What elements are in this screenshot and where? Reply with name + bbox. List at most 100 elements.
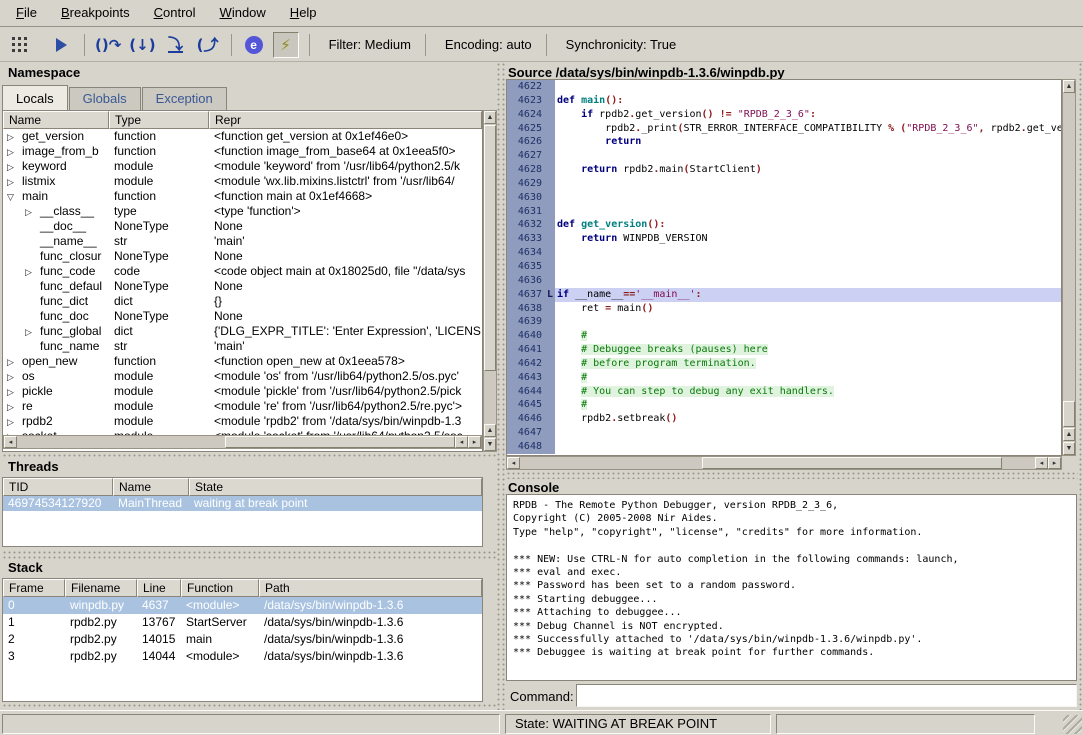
- namespace-row[interactable]: ▷func_codecode<code object main at 0x180…: [3, 264, 482, 279]
- source-line[interactable]: 4639: [507, 315, 1061, 329]
- break-button[interactable]: [8, 32, 34, 58]
- goto-button[interactable]: (⤴: [195, 32, 221, 58]
- expand-arrow-icon[interactable]: ▷: [7, 415, 22, 429]
- namespace-row[interactable]: func_namestr'main': [3, 339, 482, 354]
- source-line[interactable]: 4631: [507, 205, 1061, 219]
- source-line[interactable]: 4622: [507, 80, 1061, 94]
- source-line[interactable]: 4647: [507, 426, 1061, 440]
- namespace-row[interactable]: __name__str'main': [3, 234, 482, 249]
- source-line[interactable]: 4625 rpdb2._print(STR_ERROR_INTERFACE_CO…: [507, 122, 1061, 136]
- encoding-toggle-button[interactable]: e: [241, 32, 267, 58]
- resize-grip-icon[interactable]: [1063, 715, 1082, 734]
- line-number[interactable]: 4630: [507, 191, 547, 205]
- line-number[interactable]: 4635: [507, 260, 547, 274]
- source-line[interactable]: 4642 # before program termination.: [507, 357, 1061, 371]
- command-input[interactable]: [576, 684, 1077, 707]
- scroll-up-button[interactable]: ▲: [1063, 428, 1075, 441]
- source-line[interactable]: 4643 #: [507, 371, 1061, 385]
- scrollbar-thumb[interactable]: [225, 436, 455, 448]
- line-number[interactable]: 4629: [507, 177, 547, 191]
- namespace-row[interactable]: ▷osmodule<module 'os' from '/usr/lib64/p…: [3, 369, 482, 384]
- namespace-row[interactable]: ▷picklemodule<module 'pickle' from '/usr…: [3, 384, 482, 399]
- scroll-left-button[interactable]: ◂: [4, 436, 17, 448]
- line-number[interactable]: 4633: [507, 232, 547, 246]
- line-number[interactable]: 4634: [507, 246, 547, 260]
- expand-arrow-icon[interactable]: ▷: [7, 370, 22, 384]
- source-line[interactable]: 4636: [507, 274, 1061, 288]
- menu-item-breakpoints[interactable]: Breakpoints: [49, 0, 142, 26]
- scrollbar-thumb[interactable]: [702, 457, 1002, 469]
- column-header-filename[interactable]: Filename: [65, 579, 137, 597]
- column-header-function[interactable]: Function: [181, 579, 259, 597]
- go-button[interactable]: [48, 32, 74, 58]
- scroll-right-button[interactable]: ▸: [1048, 457, 1061, 469]
- column-header-name[interactable]: Name: [3, 111, 109, 129]
- source-line[interactable]: 4635: [507, 260, 1061, 274]
- scrollbar-thumb[interactable]: [484, 125, 496, 371]
- menu-item-help[interactable]: Help: [278, 0, 329, 26]
- line-number[interactable]: 4642: [507, 357, 547, 371]
- scroll-down-button[interactable]: ▼: [484, 438, 496, 451]
- namespace-row[interactable]: ▷keywordmodule<module 'keyword' from '/u…: [3, 159, 482, 174]
- expand-arrow-icon[interactable]: ▷: [25, 325, 40, 339]
- menu-item-file[interactable]: File: [4, 0, 49, 26]
- expand-arrow-icon[interactable]: ▷: [7, 385, 22, 399]
- source-line[interactable]: 4648: [507, 440, 1061, 454]
- expand-arrow-icon[interactable]: ▷: [7, 400, 22, 414]
- namespace-row[interactable]: ▷image_from_bfunction<function image_fro…: [3, 144, 482, 159]
- thread-row[interactable]: 46974534127920MainThreadwaiting at break…: [3, 496, 482, 511]
- tab-locals[interactable]: Locals: [2, 85, 68, 110]
- namespace-row[interactable]: func_defaulNoneTypeNone: [3, 279, 482, 294]
- stack-frame-row[interactable]: 3rpdb2.py14044<module>/data/sys/bin/winp…: [3, 648, 482, 665]
- source-line[interactable]: 4645 #: [507, 398, 1061, 412]
- synchronicity-toggle-button[interactable]: ⚡: [273, 32, 299, 58]
- line-number[interactable]: 4623: [507, 94, 547, 108]
- namespace-row[interactable]: ▷listmixmodule<module 'wx.lib.mixins.lis…: [3, 174, 482, 189]
- column-header-frame[interactable]: Frame: [3, 579, 65, 597]
- line-number[interactable]: 4640: [507, 329, 547, 343]
- line-number[interactable]: 4638: [507, 302, 547, 316]
- tab-globals[interactable]: Globals: [69, 87, 141, 110]
- source-line[interactable]: 4646 rpdb2.setbreak(): [507, 412, 1061, 426]
- scroll-right-button[interactable]: ▸: [468, 436, 481, 448]
- source-line[interactable]: 4627: [507, 149, 1061, 163]
- expand-arrow-icon[interactable]: ▷: [7, 160, 22, 174]
- collapse-arrow-icon[interactable]: ▽: [7, 190, 22, 204]
- vertical-splitter[interactable]: [496, 62, 506, 710]
- namespace-row[interactable]: func_dictdict{}: [3, 294, 482, 309]
- expand-arrow-icon[interactable]: ▷: [7, 130, 22, 144]
- source-code-view[interactable]: 46224623def main():4624 if rpdb2.get_ver…: [506, 79, 1062, 456]
- line-number[interactable]: 4644: [507, 385, 547, 399]
- namespace-row[interactable]: ▷rpdb2module<module 'rpdb2' from '/data/…: [3, 414, 482, 429]
- line-number[interactable]: 4628: [507, 163, 547, 177]
- return-button[interactable]: ⤵: [163, 32, 189, 58]
- source-line[interactable]: 4638 ret = main(): [507, 302, 1061, 316]
- scroll-up-button[interactable]: ▲: [1063, 80, 1075, 93]
- namespace-row[interactable]: func_closurNoneTypeNone: [3, 249, 482, 264]
- line-number[interactable]: 4626: [507, 135, 547, 149]
- menu-item-control[interactable]: Control: [142, 0, 208, 26]
- column-header-name[interactable]: Name: [113, 478, 189, 496]
- source-line[interactable]: 4634: [507, 246, 1061, 260]
- scroll-left-button[interactable]: ◂: [507, 457, 520, 469]
- line-number[interactable]: 4622: [507, 80, 547, 94]
- namespace-row[interactable]: ▷open_newfunction<function open_new at 0…: [3, 354, 482, 369]
- namespace-horizontal-scrollbar[interactable]: ◂ ◂ ▸: [3, 435, 482, 449]
- expand-arrow-icon[interactable]: ▷: [7, 145, 22, 159]
- column-header-tid[interactable]: TID: [3, 478, 113, 496]
- source-line[interactable]: 4623def main():: [507, 94, 1061, 108]
- source-line[interactable]: 4624 if rpdb2.get_version() != "RPDB_2_3…: [507, 108, 1061, 122]
- source-line[interactable]: 4641 # Debuggee breaks (pauses) here: [507, 343, 1061, 357]
- line-number[interactable]: 4646: [507, 412, 547, 426]
- step-over-button[interactable]: ()↷: [94, 32, 122, 58]
- scroll-down-button[interactable]: ▼: [1063, 442, 1075, 455]
- line-number[interactable]: 4632: [507, 218, 547, 232]
- source-line[interactable]: 4632def get_version():: [507, 218, 1061, 232]
- stack-frame-row[interactable]: 0winpdb.py4637<module>/data/sys/bin/winp…: [3, 597, 482, 614]
- source-line[interactable]: 4626 return: [507, 135, 1061, 149]
- column-header-state[interactable]: State: [189, 478, 482, 496]
- source-line[interactable]: 4640 #: [507, 329, 1061, 343]
- namespace-row[interactable]: ▷__class__type<type 'function'>: [3, 204, 482, 219]
- scroll-up-button[interactable]: ▲: [484, 111, 496, 124]
- source-line[interactable]: 4629: [507, 177, 1061, 191]
